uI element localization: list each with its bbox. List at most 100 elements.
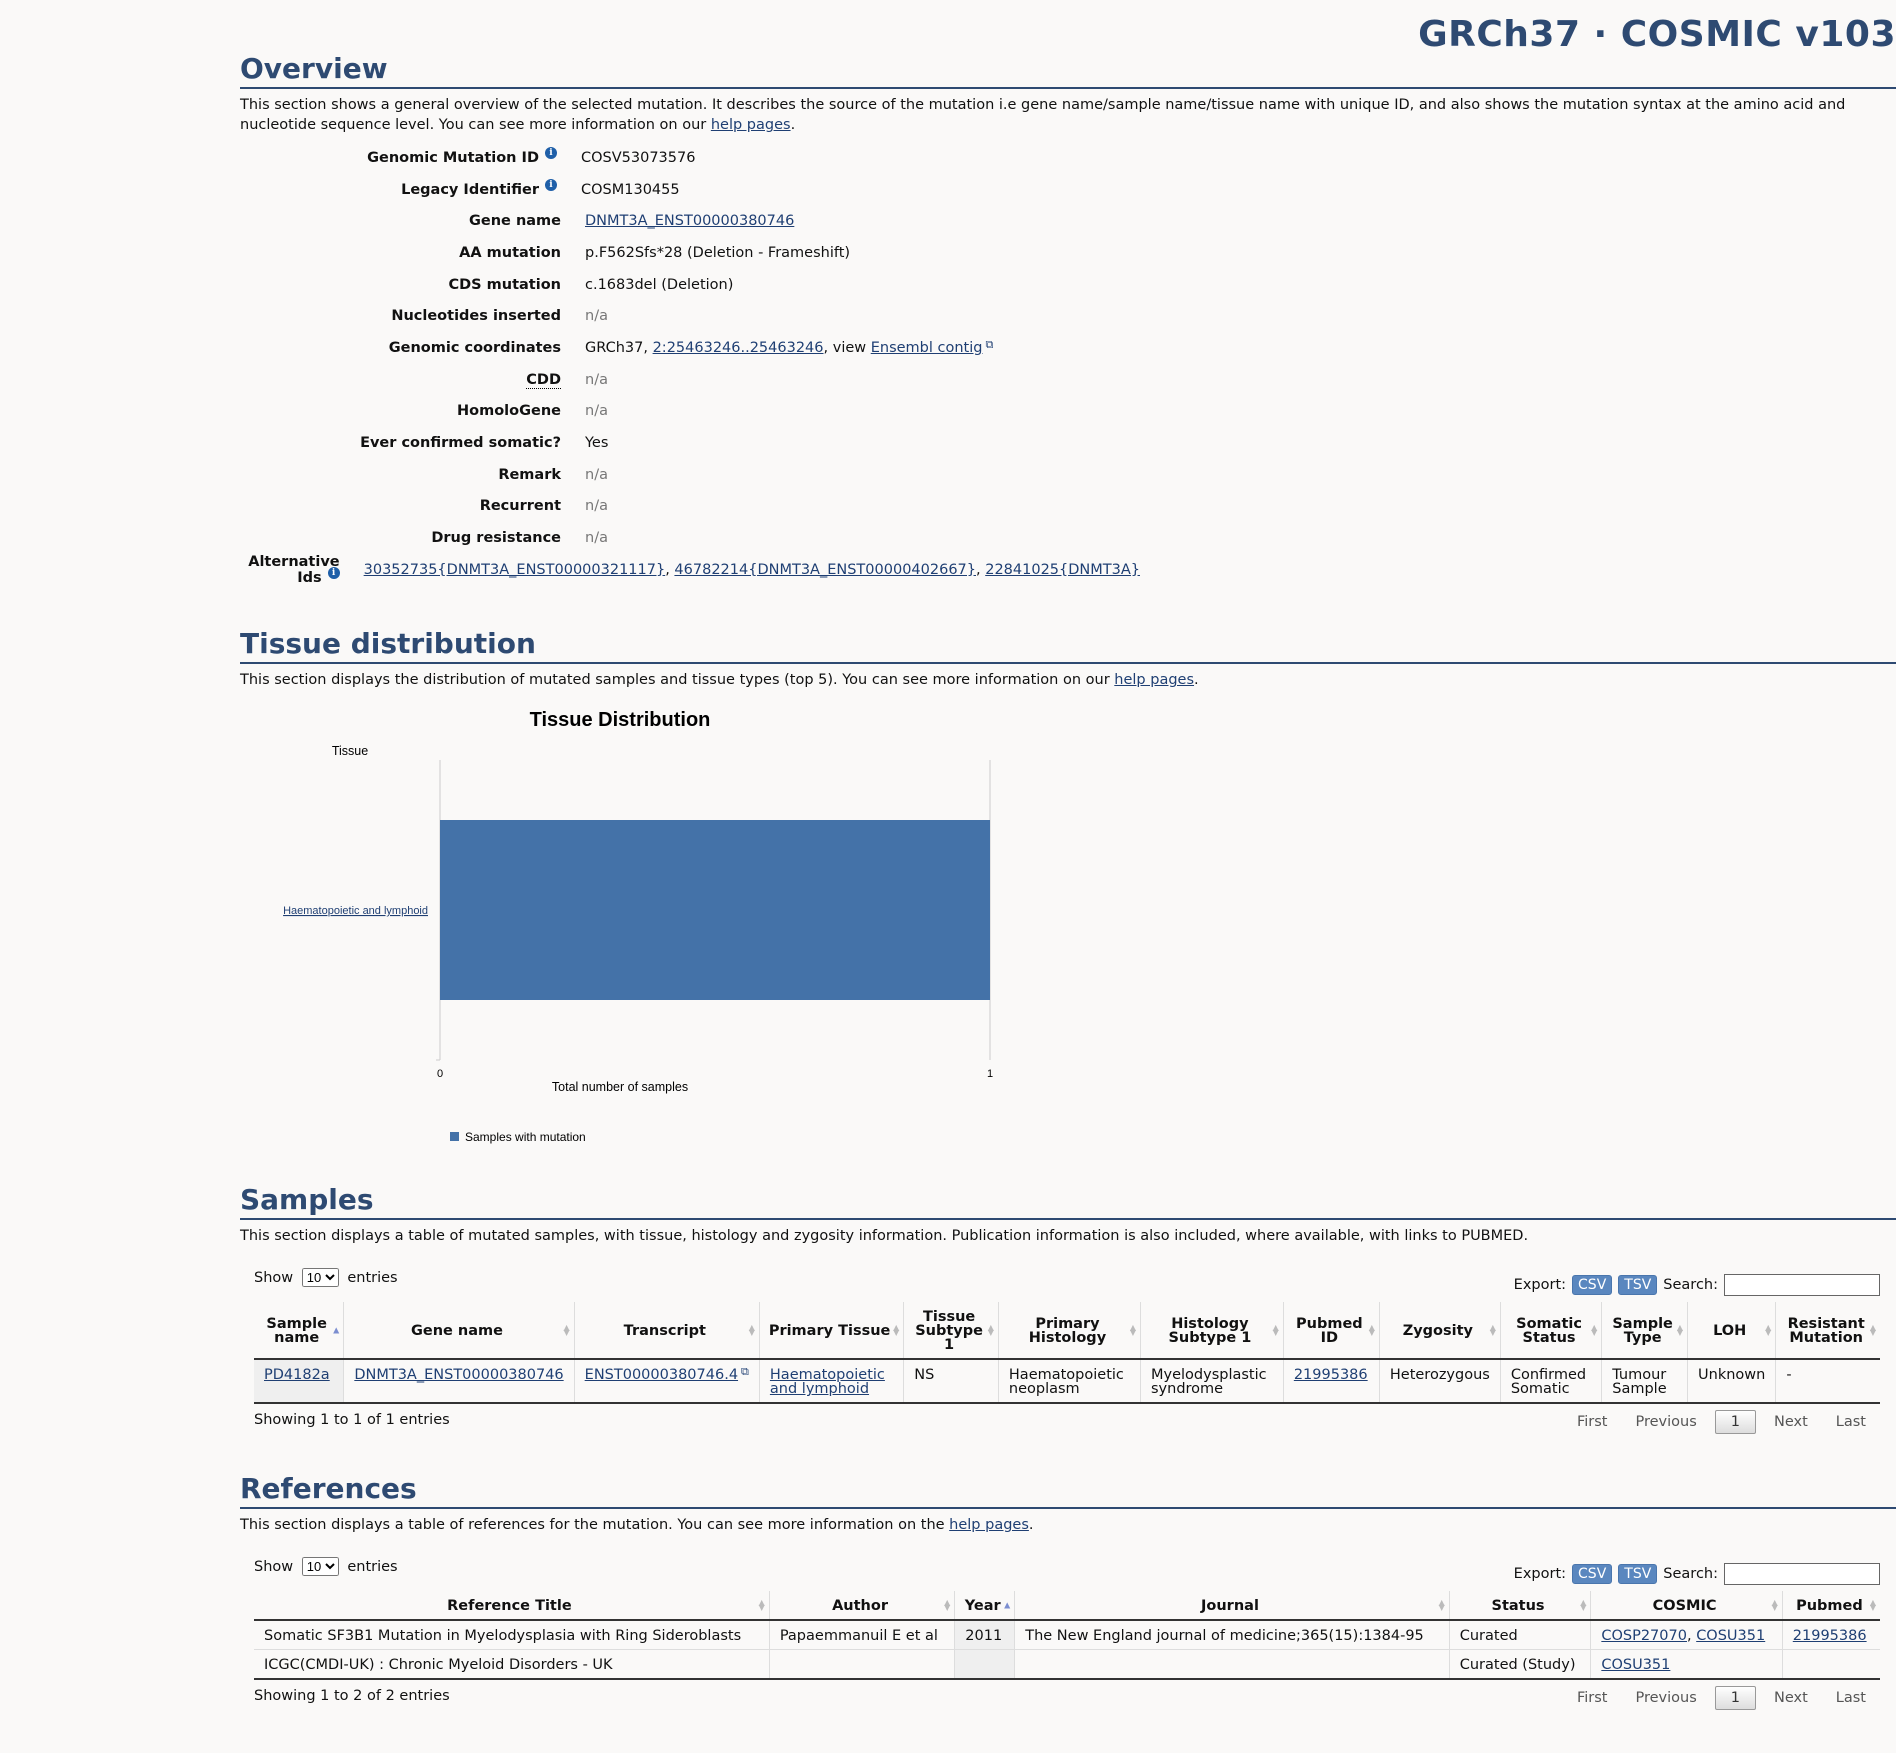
cds-mutation-label: CDS mutation (448, 276, 561, 293)
tissue-help-link[interactable]: help pages (1114, 672, 1194, 688)
info-icon[interactable]: i (327, 566, 340, 579)
show-label: Show (254, 1270, 294, 1286)
overview-details: Genomic Mutation ID i COSV53073576 Legacy… (240, 142, 1140, 586)
column-header-status[interactable]: Status ▲ ▼ (1448, 1591, 1591, 1621)
primary-tissue-link[interactable]: Haematopoietic and lymphoid (770, 1367, 885, 1397)
loh-cell: Unknown (1687, 1359, 1776, 1404)
sample-link[interactable]: PD4182a (264, 1367, 330, 1383)
table-row: PD4182a DNMT3A_ENST00000380746 ENST00000… (254, 1359, 1880, 1404)
nucleotides-inserted-label: Nucleotides inserted (391, 308, 561, 325)
ever-confirmed-somatic-row: Ever confirmed somatic? Yes (240, 427, 1140, 459)
pager-first[interactable]: First (1563, 1686, 1622, 1710)
alternative-id-link[interactable]: 22841025{DNMT3A} (985, 562, 1140, 578)
overview-help-link[interactable]: help pages (711, 117, 791, 133)
column-header-pubmed-id[interactable]: Pubmed ID ▲ ▼ (1282, 1302, 1380, 1360)
export-tsv-button[interactable]: TSV (1618, 1564, 1658, 1584)
column-header-zygosity[interactable]: Zygosity ▲ ▼ (1378, 1302, 1501, 1360)
column-header-sample-name[interactable]: Sample name ▲ (254, 1302, 344, 1360)
info-icon[interactable]: i (545, 146, 557, 159)
journal-cell (1014, 1649, 1450, 1680)
column-header-somatic-status[interactable]: Somatic Status ▲ ▼ (1499, 1302, 1602, 1360)
column-header-journal[interactable]: Journal ▲ ▼ (1014, 1591, 1450, 1621)
export-csv-button[interactable]: CSV (1572, 1564, 1613, 1584)
samples-description: This section displays a table of mutated… (240, 1228, 1529, 1244)
reference-title-cell: Somatic SF3B1 Mutation in Myelodysplasia… (254, 1620, 770, 1650)
column-header-resistant-mutation[interactable]: Resistant Mutation ▲ ▼ (1775, 1302, 1880, 1360)
references-table: Reference Title ▲ ▼ Author ▲ ▼ Year ▲ Journal… (254, 1591, 1880, 1680)
transcript-link[interactable]: ENST00000380746.4 (585, 1367, 738, 1383)
references-desc-text: This section displays a table of referen… (240, 1517, 950, 1533)
chart-x-axis-label: Total number of samples (552, 1080, 688, 1094)
pager-last[interactable]: Last (1822, 1686, 1880, 1710)
column-header-reference-title[interactable]: Reference Title ▲ ▼ (254, 1591, 770, 1621)
pager-current-page[interactable]: 1 (1714, 1686, 1756, 1710)
remark-value: n/a (585, 466, 608, 483)
column-header-year[interactable]: Year ▲ (954, 1591, 1015, 1621)
column-header-author[interactable]: Author ▲ ▼ (768, 1591, 955, 1621)
tissue-distribution-title: Tissue distribution (240, 627, 1896, 664)
pager-first[interactable]: First (1563, 1410, 1622, 1434)
pager-previous[interactable]: Previous (1621, 1686, 1710, 1710)
tissue-subtype-cell: NS (903, 1359, 999, 1404)
chart-x-tick-label: 1 (987, 1068, 993, 1080)
references-title: References (240, 1472, 1896, 1509)
column-header-loh[interactable]: LOH ▲ ▼ (1687, 1302, 1776, 1360)
page-size-select[interactable]: 10 (301, 1268, 339, 1287)
column-header-sample-type[interactable]: Sample Type ▲ ▼ (1601, 1302, 1688, 1360)
year-cell (954, 1649, 1015, 1680)
column-header-primary-tissue[interactable]: Primary Tissue ▲ ▼ (758, 1302, 904, 1360)
cosmic-link[interactable]: COSU351 (1696, 1628, 1765, 1644)
legacy-identifier-value: COSM130455 (581, 181, 680, 198)
column-header-pubmed[interactable]: Pubmed ▲ ▼ (1781, 1591, 1880, 1621)
alternative-ids-row: Alternative Ids i 30352735{DNMT3A_ENST000… (248, 553, 1140, 586)
alternative-id-link[interactable]: 46782214{DNMT3A_ENST00000402667} (674, 562, 976, 578)
entries-label: entries (347, 1559, 398, 1575)
author-cell (768, 1649, 955, 1680)
search-input[interactable] (1724, 1563, 1880, 1585)
page-size-select[interactable]: 10 (301, 1557, 339, 1576)
overview-desc-text: This section shows a general overview of… (240, 97, 1846, 133)
cdd-value: n/a (585, 371, 608, 388)
genomic-coordinates-label: Genomic coordinates (388, 339, 561, 356)
gene-link[interactable]: DNMT3A_ENST00000380746 (354, 1367, 563, 1383)
column-header-transcript[interactable]: Transcript ▲ ▼ (573, 1302, 760, 1360)
cosmic-link[interactable]: COSU351 (1601, 1657, 1670, 1673)
tissue-desc-text: This section displays the distribution o… (240, 672, 1115, 688)
pager-next[interactable]: Next (1760, 1686, 1822, 1710)
search-input[interactable] (1724, 1274, 1880, 1296)
cosmic-link[interactable]: COSP27070 (1601, 1628, 1687, 1644)
homologene-label: HomoloGene (457, 403, 561, 420)
status-cell: Curated (1448, 1620, 1591, 1650)
pager-next[interactable]: Next (1760, 1410, 1822, 1434)
journal-cell: The New England journal of medicine;365(… (1014, 1620, 1450, 1650)
column-header-primary-histology[interactable]: Primary Histology ▲ ▼ (997, 1302, 1141, 1360)
export-csv-button[interactable]: CSV (1572, 1275, 1613, 1295)
external-link-icon: ⧉ (741, 1365, 749, 1378)
column-header-histology-subtype[interactable]: Histology Subtype 1 ▲ ▼ (1140, 1302, 1284, 1360)
pager-current-page[interactable]: 1 (1714, 1410, 1756, 1434)
genomic-coordinates-link[interactable]: 2:25463246..25463246 (653, 340, 824, 356)
column-header-tissue-subtype[interactable]: Tissue Subtype 1 ▲ ▼ (903, 1302, 999, 1360)
chart-y-axis-label: Tissue (332, 744, 368, 758)
pubmed-link[interactable]: 21995386 (1793, 1628, 1867, 1644)
chart-category-label[interactable]: Haematopoietic and lymphoid (283, 905, 428, 917)
external-link-icon: ⧉ (985, 337, 994, 351)
pubmed-link[interactable]: 21995386 (1294, 1367, 1368, 1383)
pager-last[interactable]: Last (1822, 1410, 1880, 1434)
column-header-gene-name[interactable]: Gene name ▲ ▼ (343, 1302, 575, 1360)
alternative-id-link[interactable]: 30352735{DNMT3A_ENST00000321117} (364, 562, 666, 578)
status-cell: Curated (Study) (1448, 1649, 1591, 1680)
gene-name-link[interactable]: DNMT3A_ENST00000380746 (585, 213, 794, 229)
ensembl-contig-link[interactable]: Ensembl contig (871, 340, 983, 356)
pagination: First Previous 1 Next Last (1563, 1410, 1880, 1434)
search-label: Search: (1663, 1277, 1718, 1293)
references-description: This section displays a table of referen… (240, 1517, 1034, 1533)
alternative-ids-label: Alternative Ids (248, 553, 340, 586)
column-header-cosmic[interactable]: COSMIC ▲ ▼ (1590, 1591, 1783, 1621)
references-help-link[interactable]: help pages (949, 1517, 1029, 1533)
export-tsv-button[interactable]: TSV (1618, 1275, 1658, 1295)
homologene-row: HomoloGene n/a (240, 396, 1140, 428)
pager-previous[interactable]: Previous (1621, 1410, 1710, 1434)
aa-mutation-row: AA mutation p.F562Sfs*28 (Deletion - Fra… (240, 237, 1140, 269)
info-icon[interactable]: i (545, 178, 557, 191)
